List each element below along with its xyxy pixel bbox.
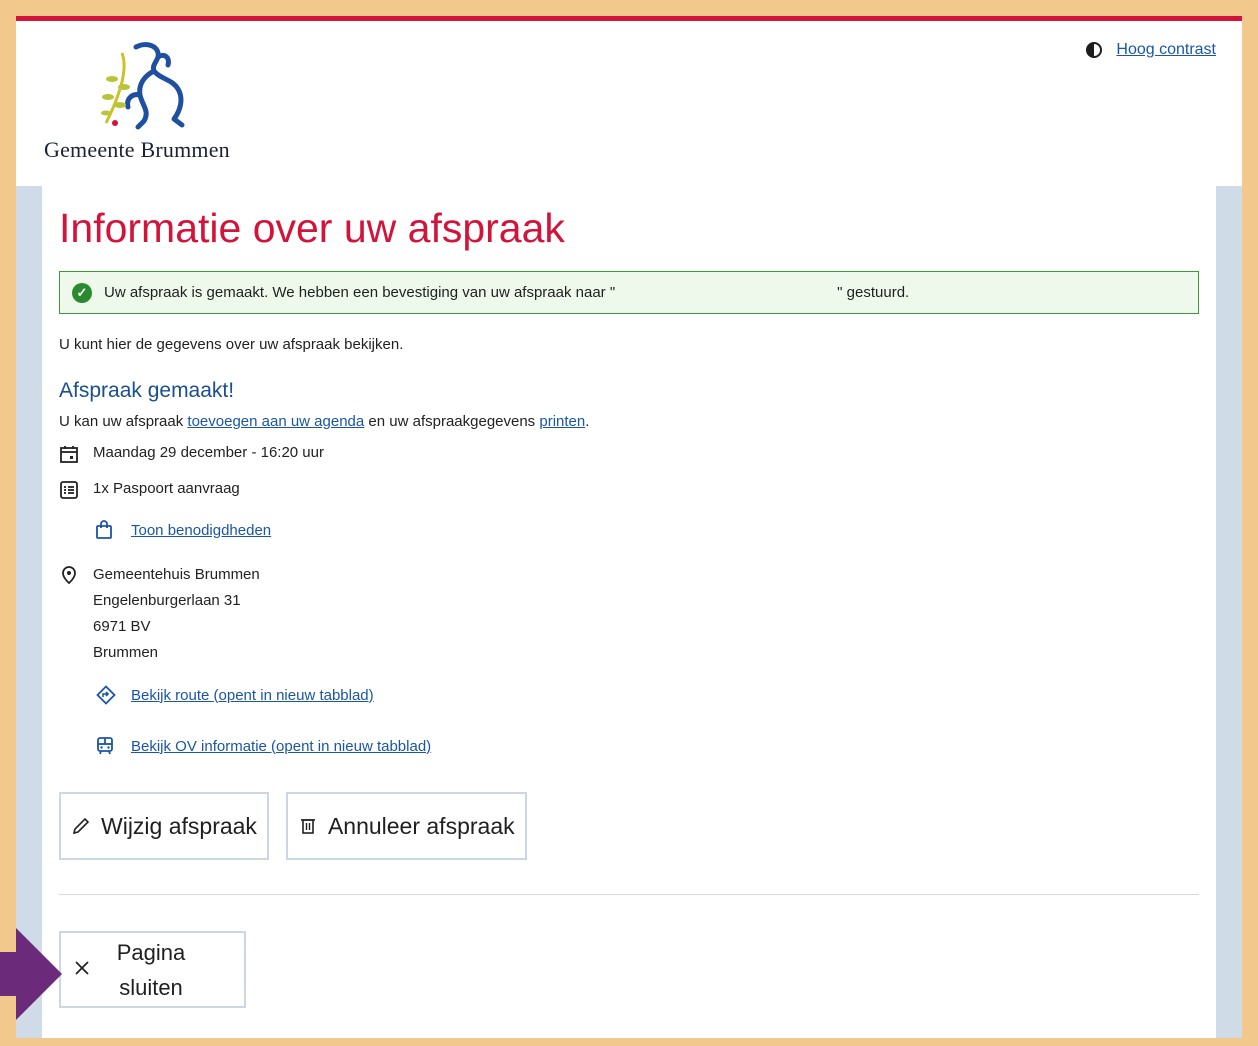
print-link[interactable]: printen bbox=[539, 413, 585, 430]
show-requirements-link[interactable]: Toon benodigdheden bbox=[131, 522, 271, 539]
close-page-label: Pagina sluiten bbox=[91, 935, 211, 1005]
divider bbox=[59, 894, 1199, 895]
appointment-location: Gemeentehuis Brummen Engelenburgerlaan 3… bbox=[59, 562, 1199, 666]
high-contrast-link[interactable]: Hoog contrast bbox=[1116, 41, 1216, 59]
route-icon bbox=[95, 684, 131, 706]
view-route-link[interactable]: Bekijk route (opent in nieuw tabblad) bbox=[131, 687, 374, 704]
pencil-icon bbox=[71, 816, 91, 836]
content-background: Informatie over uw afspraak ✓ Uw afspraa… bbox=[16, 186, 1242, 1038]
bus-icon bbox=[95, 736, 131, 756]
public-transport-row: Bekijk OV informatie (opent in nieuw tab… bbox=[95, 736, 1199, 756]
main-content: Informatie over uw afspraak ✓ Uw afspraa… bbox=[42, 186, 1216, 1038]
section-title: Afspraak gemaakt! bbox=[59, 379, 235, 402]
close-label-line2: sluiten bbox=[119, 974, 183, 1000]
product-text: 1x Paspoort aanvraag bbox=[93, 480, 240, 497]
logo-text: Gemeente Brummen bbox=[44, 137, 230, 162]
page-title: Informatie over uw afspraak bbox=[59, 205, 565, 251]
appointment-datetime: Maandag 29 december - 16:20 uur bbox=[59, 444, 1199, 464]
add-to-calendar-link[interactable]: toevoegen aan uw agenda bbox=[187, 413, 364, 430]
appointment-product: 1x Paspoort aanvraag bbox=[59, 480, 1199, 500]
pointer-arrow-icon bbox=[0, 928, 62, 1020]
close-label-line1: Pagina bbox=[116, 939, 186, 965]
view-public-transport-link[interactable]: Bekijk OV informatie (opent in nieuw tab… bbox=[131, 738, 431, 755]
cancel-appointment-button[interactable]: Annuleer afspraak bbox=[285, 792, 527, 860]
municipality-logo[interactable]: Gemeente Brummen bbox=[44, 39, 230, 163]
agenda-prefix: U kan uw afspraak bbox=[59, 413, 188, 430]
cancel-appointment-label: Annuleer afspraak bbox=[327, 812, 515, 839]
location-postcode: 6971 BV bbox=[93, 618, 151, 635]
alert-text-after: " gestuurd. bbox=[837, 284, 910, 301]
action-buttons: Wijzig afspraak Annuleer afspraak bbox=[59, 792, 1199, 860]
location-street: Engelenburgerlaan 31 bbox=[93, 592, 241, 609]
site-header: Gemeente Brummen Hoog contrast bbox=[16, 21, 1242, 186]
route-row: Bekijk route (opent in nieuw tabblad) bbox=[95, 684, 1199, 706]
agenda-middle: en uw afspraakgegevens bbox=[364, 413, 540, 430]
requirements-row: Toon benodigdheden bbox=[95, 520, 1199, 540]
address-block: Gemeentehuis Brummen Engelenburgerlaan 3… bbox=[93, 562, 260, 666]
success-alert: ✓ Uw afspraak is gemaakt. We hebben een … bbox=[59, 271, 1199, 314]
alert-text-before: Uw afspraak is gemaakt. We hebben een be… bbox=[104, 284, 616, 301]
agenda-line: U kan uw afspraak toevoegen aan uw agend… bbox=[59, 413, 1199, 430]
lion-logo-icon bbox=[101, 42, 185, 130]
shopping-bag-icon bbox=[95, 520, 131, 540]
contrast-icon bbox=[1086, 42, 1103, 58]
agenda-suffix: . bbox=[585, 413, 590, 430]
location-pin-icon bbox=[59, 562, 93, 585]
datetime-text: Maandag 29 december - 16:20 uur bbox=[93, 444, 324, 461]
intro-text: U kunt hier de gegevens over uw afspraak… bbox=[59, 336, 404, 353]
page: Gemeente Brummen Hoog contrast Informati… bbox=[16, 16, 1242, 1038]
high-contrast-toggle[interactable]: Hoog contrast bbox=[1086, 41, 1216, 59]
list-icon bbox=[59, 480, 93, 500]
edit-appointment-label: Wijzig afspraak bbox=[101, 812, 257, 839]
close-icon bbox=[73, 957, 91, 983]
location-city: Brummen bbox=[93, 644, 159, 661]
check-circle-icon: ✓ bbox=[72, 282, 92, 303]
trash-icon bbox=[298, 816, 318, 836]
location-name: Gemeentehuis Brummen bbox=[93, 566, 260, 583]
close-page-button[interactable]: Pagina sluiten bbox=[59, 931, 246, 1008]
edit-appointment-button[interactable]: Wijzig afspraak bbox=[59, 792, 269, 860]
calendar-icon bbox=[59, 444, 93, 464]
